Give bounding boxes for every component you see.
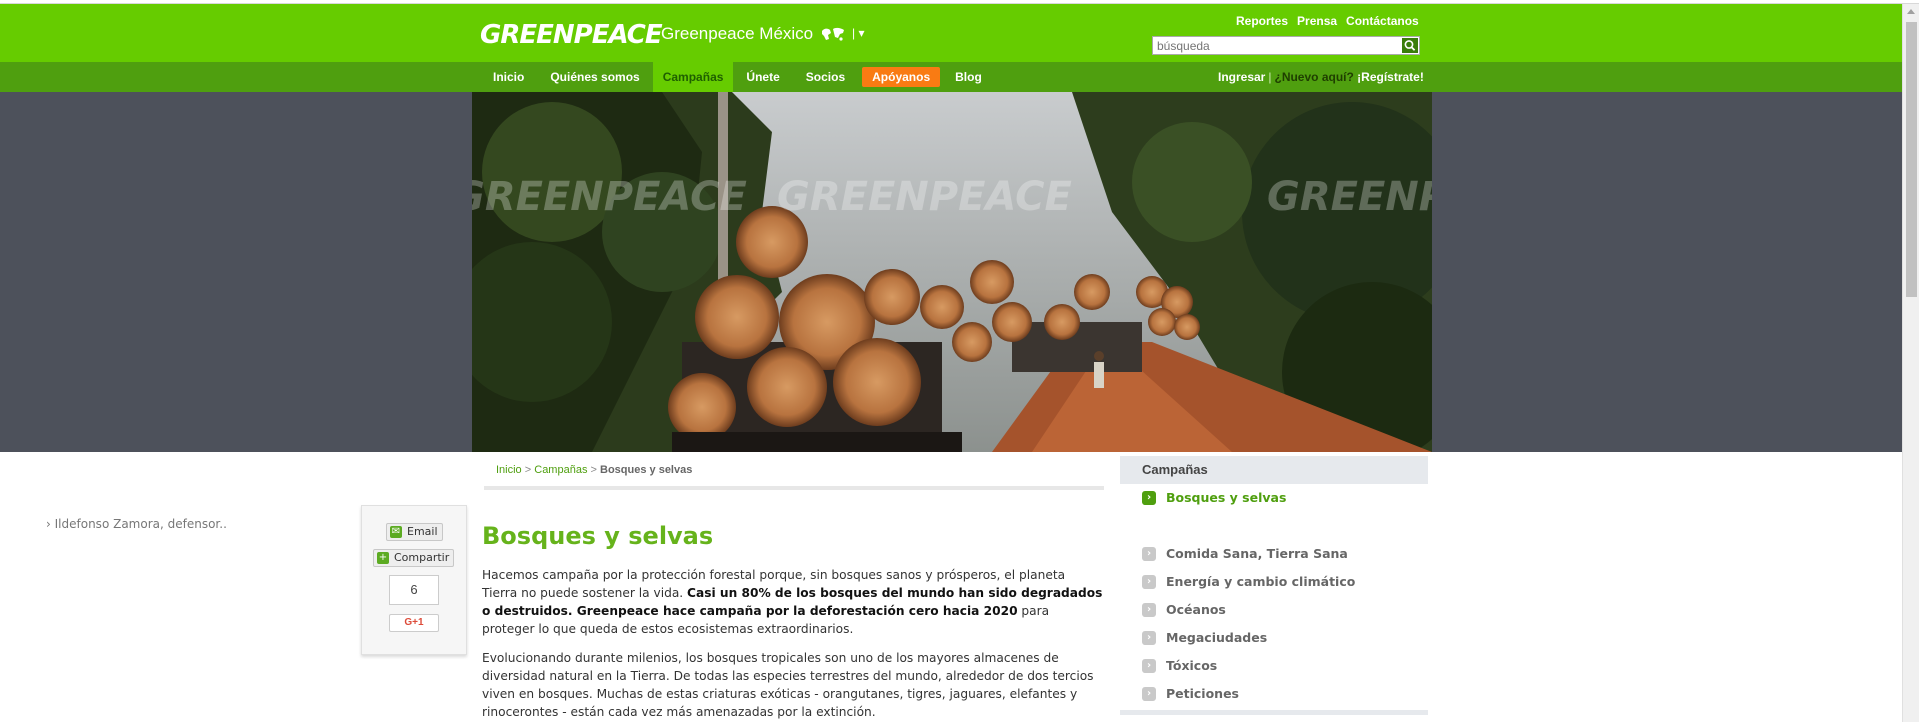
top-links: Reportes Prensa Contáctanos: [1236, 14, 1419, 28]
watermark-right: GREENPEACE: [1267, 174, 1432, 220]
sidebar-item-toxicos[interactable]: › Tóxicos: [1142, 656, 1217, 676]
sidebar-bottom-bar: [1120, 710, 1428, 715]
sidebar-item-energia[interactable]: › Energía y cambio climático: [1142, 572, 1355, 592]
email-label: Email: [407, 525, 438, 538]
scroll-up-icon[interactable]: [1907, 9, 1915, 14]
share-button[interactable]: + Compartir: [373, 549, 455, 567]
chevron-right-icon: ›: [1142, 687, 1156, 701]
share-count: 6: [389, 575, 439, 605]
greenpeace-logo[interactable]: GREENPEACE: [480, 20, 663, 50]
forest-logs-photo: GREENPEACE GREENPEACE GREENPEACE: [472, 92, 1432, 452]
breadcrumb-current: Bosques y selvas: [600, 464, 693, 476]
breadcrumb: Inicio > Campañas > Bosques y selvas: [496, 464, 692, 476]
nav-inicio[interactable]: Inicio: [480, 62, 537, 92]
sidebar-item-label: Océanos: [1166, 602, 1226, 617]
chevron-right-icon: ›: [1142, 547, 1156, 561]
breadcrumb-inicio[interactable]: Inicio: [496, 464, 522, 476]
page: GREENPEACE Greenpeace México | ▾ Reporte…: [0, 0, 1919, 722]
sidebar-item-label: Megaciudades: [1166, 630, 1268, 645]
scrollbar-thumb[interactable]: [1906, 22, 1917, 297]
chevron-right-icon: ›: [1142, 659, 1156, 673]
breadcrumb-campanas[interactable]: Campañas: [534, 464, 587, 476]
hero-image: GREENPEACE GREENPEACE GREENPEACE: [472, 92, 1432, 452]
google-plus-button[interactable]: G+1: [389, 614, 439, 632]
search-icon: [1404, 40, 1416, 51]
sidebar-item-label: Tóxicos: [1166, 658, 1218, 673]
campaigns-sidebar: Campañas › Bosques y selvas › Comida San…: [1120, 456, 1428, 722]
region-dropdown-icon[interactable]: | ▾: [852, 26, 864, 40]
breadcrumb-separator: >: [590, 464, 597, 476]
search-button[interactable]: [1402, 38, 1418, 53]
sidebar-subitem-label: Ildefonso Zamora, defensor..: [54, 517, 227, 531]
login-link[interactable]: Ingresar: [1218, 70, 1265, 84]
site-name[interactable]: Greenpeace México: [661, 24, 813, 44]
small-chevron-icon: ›: [46, 517, 51, 531]
page-scrollbar[interactable]: [1902, 4, 1919, 722]
breadcrumb-separator: >: [524, 464, 532, 476]
chevron-right-icon: ›: [1142, 575, 1156, 589]
top-link-reportes[interactable]: Reportes: [1236, 14, 1288, 28]
watermark-center: GREENPEACE: [777, 174, 1072, 220]
share-label: Compartir: [394, 551, 450, 564]
watermark-left: GREENPEACE: [472, 174, 747, 220]
share-widget: ✉ Email + Compartir 6 G+1: [361, 505, 467, 655]
article-paragraph-1: Hacemos campaña por la protección forest…: [482, 566, 1104, 638]
register-link[interactable]: ¡Regístrate!: [1357, 70, 1424, 84]
nav-quienes-somos[interactable]: Quiénes somos: [537, 62, 652, 92]
nav-blog[interactable]: Blog: [942, 62, 995, 92]
nav-socios[interactable]: Socios: [793, 62, 858, 92]
sidebar-heading: Campañas: [1120, 456, 1428, 484]
search-box: [1152, 36, 1420, 55]
sidebar-item-oceanos[interactable]: › Océanos: [1142, 600, 1226, 620]
sidebar-item-peticiones[interactable]: › Peticiones: [1142, 684, 1239, 704]
main-nav: Inicio Quiénes somos Campañas Únete Soci…: [0, 62, 1902, 92]
sidebar-item-label: Comida Sana, Tierra Sana: [1166, 546, 1348, 561]
email-button[interactable]: ✉ Email: [386, 523, 443, 541]
sidebar-item-label: Peticiones: [1166, 686, 1239, 701]
page-title: Bosques y selvas: [482, 522, 714, 550]
sidebar-item-comida-sana[interactable]: › Comida Sana, Tierra Sana: [1142, 544, 1348, 564]
chevron-right-icon: ›: [1142, 631, 1156, 645]
new-here-text: ¿Nuevo aquí?: [1274, 70, 1354, 84]
site-header: GREENPEACE Greenpeace México | ▾ Reporte…: [0, 4, 1902, 62]
top-link-prensa[interactable]: Prensa: [1297, 14, 1337, 28]
sidebar-subitem-ildefonso[interactable]: › Ildefonso Zamora, defensor..: [46, 517, 227, 531]
breadcrumb-divider: [484, 486, 1104, 490]
chevron-right-icon: ›: [1142, 603, 1156, 617]
nav-unete[interactable]: Únete: [733, 62, 792, 92]
email-icon: ✉: [390, 526, 402, 538]
globe-icon[interactable]: [820, 26, 846, 42]
sidebar-item-megaciudades[interactable]: › Megaciudades: [1142, 628, 1267, 648]
plus-icon: +: [377, 552, 389, 564]
account-links: Ingresar | ¿Nuevo aquí? ¡Regístrate!: [1218, 62, 1424, 92]
sidebar-item-label: Energía y cambio climático: [1166, 574, 1356, 589]
account-separator: |: [1268, 70, 1272, 84]
article-body: Hacemos campaña por la protección forest…: [482, 566, 1104, 722]
nav-apoyanos-button[interactable]: Apóyanos: [862, 67, 941, 87]
sidebar-item-bosques[interactable]: › Bosques y selvas: [1142, 488, 1286, 508]
top-link-contactanos[interactable]: Contáctanos: [1346, 14, 1419, 28]
search-input[interactable]: [1153, 37, 1401, 54]
sidebar-item-label: Bosques y selvas: [1166, 490, 1287, 505]
chevron-right-icon: ›: [1142, 491, 1156, 505]
article-paragraph-2: Evolucionando durante milenios, los bosq…: [482, 651, 1094, 719]
nav-campanas[interactable]: Campañas: [652, 62, 734, 92]
